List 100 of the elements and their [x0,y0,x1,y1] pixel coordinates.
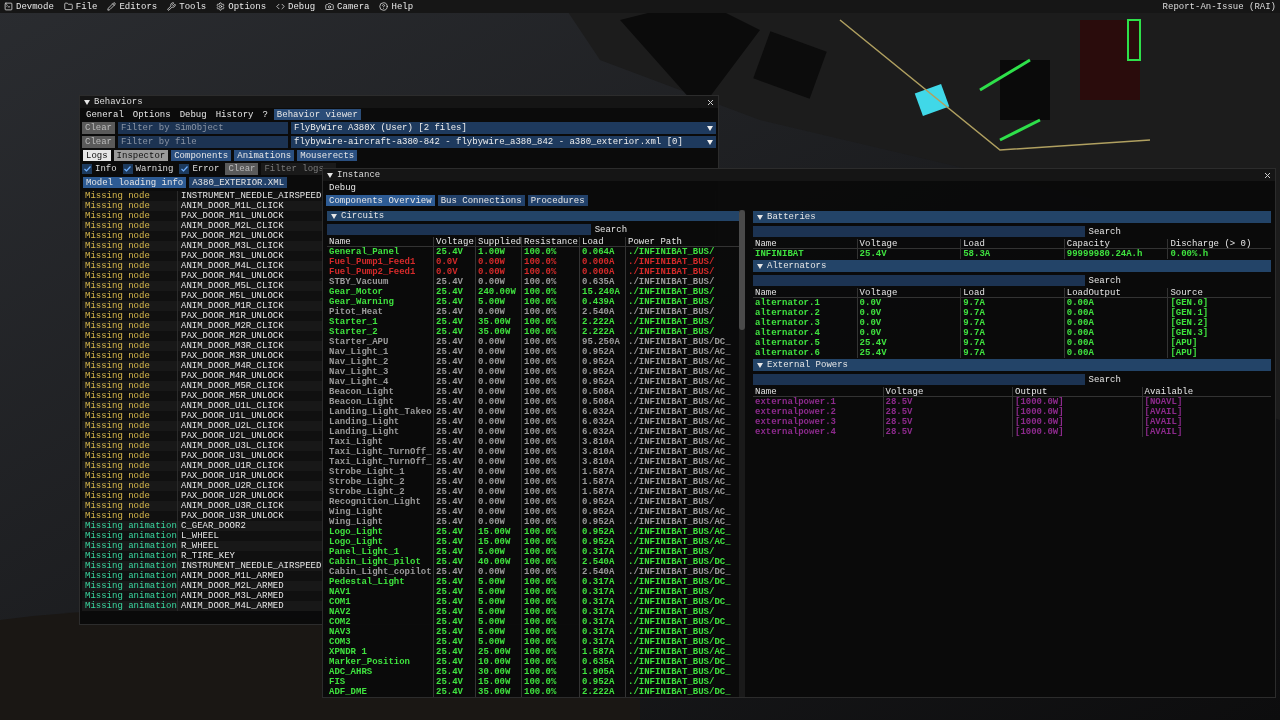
column-header[interactable]: Supplied [475,237,521,247]
menu-item[interactable]: File [63,1,98,12]
tab[interactable]: Components [171,150,232,161]
menu-item[interactable]: Debug [326,182,359,193]
column-header[interactable]: Name [753,387,883,397]
table-cell: 100.0% [521,367,579,377]
tab[interactable]: History [212,109,257,120]
tab[interactable]: Inspector [113,150,169,161]
section-header[interactable]: Alternators [753,260,1271,272]
close-button[interactable] [707,98,714,106]
caret-icon[interactable] [757,263,763,269]
table-cell: [GEN.0] [1167,298,1271,308]
clear-button[interactable]: Clear [82,122,115,134]
menu-item[interactable]: Camera [325,1,370,12]
table-cell: 5.00W [475,617,521,627]
menu-item[interactable]: Help [379,1,414,12]
search-field[interactable] [753,275,1085,286]
table-cell: 100.0% [521,257,579,267]
table-cell: 25.4V [433,397,475,407]
tab[interactable]: Options [129,109,174,120]
dropdown[interactable]: FlyByWire A380X (User) [2 files] [291,122,716,134]
tab[interactable]: A380_EXTERIOR.XML [189,177,288,188]
tab[interactable]: General [83,109,127,120]
table-cell-text: alternator.2 [754,308,821,318]
tab[interactable]: Bus Connections [437,195,525,206]
tab[interactable]: Logs [83,150,111,161]
table-cell: 40.00W [475,557,521,567]
search-field[interactable] [327,224,591,235]
report-issue-link[interactable]: Report-An-Issue (RAI) [1162,1,1276,12]
tab[interactable]: Procedures [527,195,588,206]
clear-button[interactable]: Clear [82,136,115,148]
table-cell: 25.4V [856,249,961,259]
section-header[interactable]: External Powers [753,359,1271,371]
table-cell: 100.0% [521,457,579,467]
column-header[interactable]: Voltage [882,387,1012,397]
caret-icon[interactable] [331,213,337,219]
column-header[interactable]: Available [1141,387,1271,397]
table-cell: 100.0% [521,487,579,497]
menu-item[interactable]: Debug [276,1,316,12]
table-cell: 0.00A [1063,318,1168,328]
table-cell: 100.0% [521,627,579,637]
caret-icon[interactable] [757,362,763,368]
table-cell: [AVAIL] [1141,427,1271,437]
column-header[interactable]: Load [579,237,625,247]
tab[interactable]: Model loading info [83,177,187,188]
column-header[interactable]: Resistance [521,237,579,247]
column-header[interactable]: Load [960,239,1064,249]
table-cell: 0.00W [475,347,521,357]
search-field[interactable] [753,374,1085,385]
column-header[interactable]: Power Path [625,237,739,247]
menu-item[interactable]: Tools [167,1,207,12]
caret-icon[interactable] [327,172,333,178]
column-header[interactable]: Load [960,288,1064,298]
column-header[interactable]: Source [1167,288,1271,298]
column-header[interactable]: Name [327,237,433,247]
table-cell: 0.00W [475,497,521,507]
search-field[interactable] [753,226,1085,237]
column-header[interactable]: Name [753,288,857,298]
column-header[interactable]: Discharge (> 0) [1167,239,1271,249]
checkbox[interactable] [82,164,92,174]
table-cell: 100.0% [521,307,579,317]
menu-item[interactable]: Options [216,1,267,12]
checkbox[interactable] [122,164,133,174]
table-cell: 9.7A [960,308,1064,318]
clear-button[interactable]: Clear [225,163,259,175]
column-header[interactable]: Voltage [856,239,961,249]
table-cell: 25.4V [433,437,475,447]
scrollbar[interactable] [739,210,745,697]
tab[interactable]: Debug [176,109,210,120]
table-cell: 25.4V [433,617,475,627]
section-header[interactable]: Batteries [753,211,1271,223]
tab[interactable]: Behavior viewer [273,109,361,120]
caret-icon[interactable] [757,214,763,220]
column-header[interactable]: Name [753,239,857,249]
filter-field[interactable]: Filter by file [118,136,288,148]
scrollbar-thumb[interactable] [739,210,745,330]
close-button[interactable] [1264,171,1271,179]
filter-field[interactable]: Filter logs [261,163,337,175]
column-header[interactable]: Output [1012,387,1142,397]
tab[interactable]: ? [259,109,271,120]
tab[interactable]: Components Overview [326,195,435,206]
column-header[interactable]: Voltage [433,237,475,247]
tab[interactable]: Animations [234,150,295,161]
dropdown-arrow-icon [707,139,713,145]
section-header[interactable]: Circuits [327,211,739,221]
table-cell: 240.00W [475,287,521,297]
caret-icon[interactable] [84,99,90,105]
filter-field[interactable]: Filter by SimObject [118,122,288,134]
terminal-icon [4,2,13,11]
menu-item[interactable]: Devmode [4,1,54,12]
dropdown[interactable]: flybywire-aircraft-a380-842 - flybywire_a380_842 - a380_exterior.xml [0] [291,136,716,148]
table-cell: 15.00W [475,527,521,537]
tab[interactable]: Mouserects [297,150,358,161]
table-cell: 25.4V [433,377,475,387]
table-cell: 100.0% [521,547,579,557]
checkbox[interactable] [179,164,190,174]
menu-item[interactable]: Editors [107,1,158,12]
column-header[interactable]: Capacity [1063,239,1168,249]
column-header[interactable]: LoadOutput [1063,288,1168,298]
column-header[interactable]: Voltage [856,288,961,298]
